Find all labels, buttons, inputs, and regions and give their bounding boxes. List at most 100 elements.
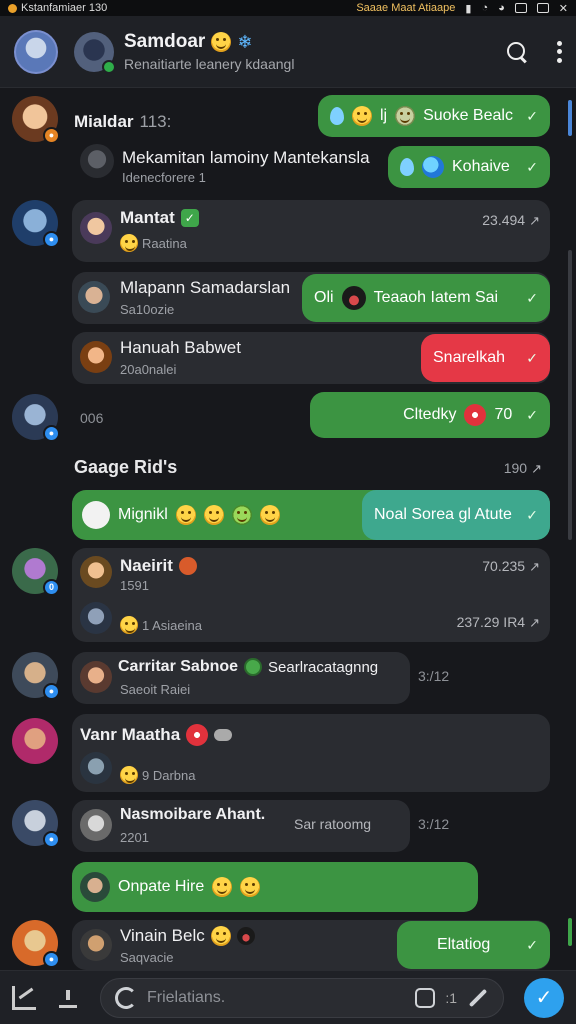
avatar[interactable]: ● — [12, 652, 60, 700]
mute-icon — [178, 557, 197, 575]
wifi-icon: ◔ — [481, 2, 489, 14]
avatar — [80, 872, 110, 902]
timestamp: 3:/12 — [418, 668, 450, 684]
message-text: Teaaoh Iatem Sai — [373, 289, 499, 306]
message-bubble[interactable]: Onpate Hire — [72, 862, 478, 912]
leaf-icon — [244, 658, 263, 676]
g-icon[interactable] — [115, 986, 137, 1009]
more-menu-icon[interactable] — [556, 40, 562, 63]
chat-title[interactable]: Samdoar ❄ — [124, 31, 294, 53]
chat-subtitle: Renaitiarte leanery kdaangl — [124, 56, 295, 72]
avatar[interactable]: ● — [12, 200, 60, 248]
read-check-icon: ✓ — [526, 289, 538, 306]
chat-card[interactable]: Carritar Sabnoe Searlracatagnng Saeoit R… — [72, 652, 410, 704]
section-title: Gaage Rid's — [74, 457, 178, 477]
contact-name: Vinain Belc — [120, 926, 255, 946]
status-bar: Kstanfamiaer 130 Saaae Maat Atiaape ▮ ◔ … — [0, 0, 576, 16]
message-bubble[interactable]: Noal Sorea gl Atute ✓ — [362, 490, 550, 540]
smile-emoji-icon — [259, 505, 280, 525]
message-input[interactable] — [147, 988, 406, 1007]
message-bubble[interactable]: lj Suoke Bealc ✓ — [318, 95, 550, 137]
avatar — [80, 809, 112, 841]
contact-name: Carritar Sabnoe Searlracatagnng — [118, 658, 379, 676]
chat-title-text: Samdoar — [124, 31, 206, 52]
smile-emoji-icon — [210, 926, 231, 946]
message-text: Snarelkah — [433, 349, 506, 366]
contact-subtitle: Idenecforere 1 — [122, 170, 206, 185]
smile-emoji-icon — [203, 505, 224, 525]
chat-card[interactable]: Vanr Maatha 9 Darbna — [72, 714, 550, 792]
message-bubble[interactable]: Kohaive ✓ — [388, 146, 550, 188]
composer-bar: :1 ✓ — [0, 970, 576, 1024]
message-feed: ● Mialdar 113: lj Suoke Bealc ✓ Mekamita… — [0, 88, 576, 970]
message-bubble[interactable]: Cltedky 70 ✓ — [310, 392, 550, 438]
chat-card[interactable]: Naeirit 1591 70.235 ↗ 1 Asiaeina 237.29 I… — [72, 548, 550, 642]
message-text: Cltedky — [403, 406, 457, 423]
attachment-count: :1 — [445, 989, 457, 1006]
message-bubble[interactable]: Oli Teaaoh Iatem Sai ✓ — [302, 274, 550, 322]
search-icon[interactable] — [506, 41, 528, 63]
contact-subtitle: Saqvacie — [120, 950, 174, 965]
avatar — [80, 661, 112, 693]
read-check-icon: ✓ — [526, 349, 538, 366]
status-center-text: Saaae Maat Atiaape — [356, 2, 456, 14]
avatar[interactable]: ● — [12, 800, 60, 848]
chart-icon[interactable] — [12, 985, 36, 1010]
smile-emoji-icon — [211, 32, 232, 52]
avatar[interactable] — [12, 718, 58, 764]
profile-avatar[interactable] — [14, 29, 58, 74]
read-check-icon: ✓ — [526, 406, 538, 423]
contact-subtitle: 2201 — [120, 830, 149, 845]
notification-badge: ● — [43, 683, 60, 700]
avatar[interactable]: ● — [12, 920, 60, 968]
timestamp: 23.494 ↗ — [482, 212, 540, 228]
contact-subtitle: Sa10ozie — [120, 302, 175, 317]
badge-icon — [464, 404, 487, 426]
avatar[interactable] — [80, 144, 114, 178]
message-input-box[interactable]: :1 — [100, 977, 504, 1018]
contact-name: Naeirit — [120, 556, 197, 576]
contact-name: Mignikl — [118, 506, 168, 523]
notification-badge: ● — [43, 831, 60, 848]
message-bubble[interactable]: Snarelkah ✓ — [421, 334, 550, 382]
avatar[interactable]: ● — [12, 394, 60, 442]
status-left-text: Kstanfamiaer 130 — [21, 2, 108, 14]
check-box-icon: ✓ — [180, 209, 199, 227]
chat-header: Samdoar ❄ Renaitiarte leanery kdaangl — [0, 16, 576, 88]
signal-icon: ▮ — [465, 2, 472, 15]
small-text: lj — [380, 107, 388, 124]
contact-name: Mekamitan lamoiny Mantekansla — [122, 148, 370, 167]
timestamp: 70.235 ↗ — [482, 558, 540, 574]
avatar[interactable]: ● — [12, 96, 60, 144]
smile-emoji-icon — [175, 505, 196, 525]
timestamp: 3:/12 — [418, 816, 450, 832]
chat-card[interactable]: Mantat ✓ Raatina 23.494 ↗ — [72, 200, 550, 262]
face-emoji-icon — [395, 106, 416, 126]
battery-icon — [514, 3, 527, 13]
ball-icon — [341, 286, 366, 310]
avatar — [82, 501, 110, 529]
message-count: 70 — [494, 406, 513, 423]
contact-subtitle: 20a0nalei — [120, 362, 177, 377]
smile-emoji-icon — [120, 616, 138, 634]
contact-subtitle: 9 Darbna — [120, 766, 195, 784]
pill-icon — [214, 729, 233, 741]
drop-icon — [400, 158, 414, 176]
chat-card[interactable]: Nasmoibare Ahant. 2201 Sar ratoomg — [72, 800, 410, 852]
smile-emoji-icon — [231, 505, 252, 525]
message-bubble[interactable]: Eltatiog ✓ — [397, 921, 550, 969]
notification-badge: ● — [43, 951, 60, 968]
download-icon[interactable] — [56, 985, 80, 1010]
sticker-icon[interactable] — [415, 987, 436, 1008]
contact-name: Mialdar 113: — [74, 112, 172, 131]
contact-name: Mlapann Samadarslan — [120, 278, 291, 297]
pen-icon[interactable] — [468, 988, 488, 1007]
globe-icon — [422, 156, 444, 178]
send-button[interactable]: ✓ — [524, 977, 564, 1018]
drop-icon — [330, 107, 344, 125]
timestamp: 237.29 IR4 ↗ — [456, 614, 540, 630]
avatar[interactable]: 0 — [12, 548, 60, 596]
notification-badge: ● — [43, 231, 60, 248]
chat-avatar[interactable] — [74, 31, 116, 74]
contact-subtitle: Raatina — [120, 234, 187, 252]
